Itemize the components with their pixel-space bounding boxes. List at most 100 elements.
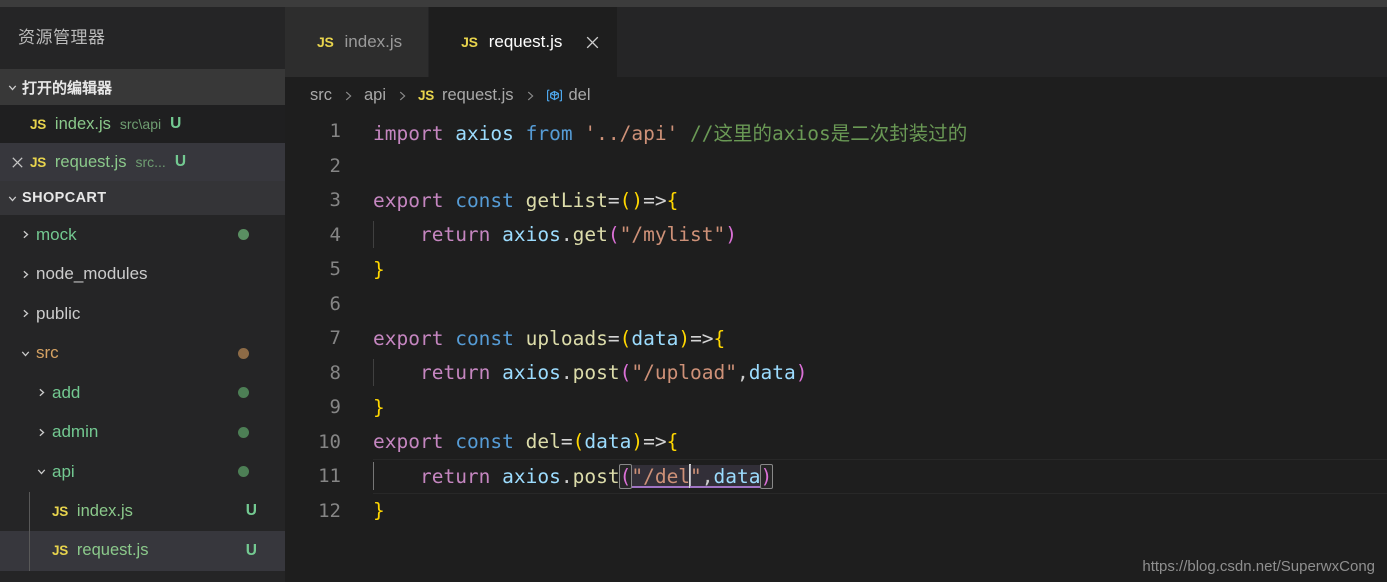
git-status-dot: [238, 426, 249, 438]
git-status-letter: U: [245, 502, 257, 520]
tree-item-label: mock: [36, 224, 77, 244]
tree-item-label: index.js: [76, 501, 133, 520]
line-number: 5: [329, 258, 341, 281]
chevron-right-icon: [14, 228, 36, 241]
breadcrumb-item-src[interactable]: src: [310, 86, 332, 105]
tree-item-file-request[interactable]: JS request.js U: [0, 531, 285, 571]
js-file-icon: JS: [52, 543, 68, 559]
editor-group: JS index.js JS request.js src api JS req…: [285, 7, 1387, 582]
tree-item-mock[interactable]: mock: [0, 215, 285, 255]
code-line-content[interactable]: return axios.post("/del",data): [357, 462, 1387, 491]
code-line: 3 export const getList=()=>{: [285, 183, 1387, 218]
tree-item-label: src: [36, 343, 59, 363]
code-line: 5 }: [285, 252, 1387, 287]
line-number: 1: [329, 120, 341, 143]
breadcrumb-item-symbol[interactable]: del: [546, 86, 591, 105]
breadcrumb: src api JS request.js del: [285, 77, 1387, 114]
code-line: 7 export const uploads=(data)=>{: [285, 321, 1387, 356]
js-file-icon: JS: [461, 34, 478, 50]
code-editor[interactable]: 1 import axios from '../api' //这里的axios是…: [285, 114, 1387, 582]
chevron-down-icon: [30, 465, 52, 478]
open-editor-item-request[interactable]: JS request.js src... U: [0, 143, 285, 181]
code-line-content[interactable]: }: [357, 258, 1387, 281]
chevron-right-icon: [341, 89, 355, 103]
indent-guide: [373, 221, 374, 249]
tab-label: index.js: [344, 32, 403, 51]
open-editor-name: request.js: [54, 152, 127, 171]
js-file-icon: JS: [30, 154, 46, 170]
open-editors-label: 打开的编辑器: [22, 79, 113, 97]
js-file-icon: JS: [317, 34, 334, 50]
open-editor-item-index[interactable]: JS index.js src\api U: [0, 105, 285, 143]
tree-item-label: admin: [52, 422, 99, 442]
tab-label: request.js: [488, 32, 563, 51]
code-line-content[interactable]: return axios.get("/mylist"): [357, 221, 1387, 249]
close-icon[interactable]: [4, 155, 30, 170]
code-line-current: 11 return axios.post("/del",data): [285, 459, 1387, 494]
tab-index-js[interactable]: JS index.js: [285, 7, 430, 77]
js-file-icon: JS: [418, 88, 434, 103]
line-number: 10: [318, 430, 341, 453]
breadcrumb-symbol-label: del: [568, 86, 591, 104]
line-number: 3: [329, 189, 341, 212]
tree-item-file-index[interactable]: JS index.js U: [0, 491, 285, 531]
tree-item-api[interactable]: api: [0, 452, 285, 492]
indent-guide-active: [373, 462, 374, 491]
code-line: 6: [285, 287, 1387, 322]
code-line: 12 }: [285, 494, 1387, 529]
git-status-dot: [238, 229, 249, 241]
chevron-right-icon: [395, 89, 409, 103]
tree-item-add[interactable]: add: [0, 373, 285, 413]
tree-item-admin[interactable]: admin: [0, 413, 285, 453]
line-number: 9: [329, 396, 341, 419]
open-editor-name: index.js: [54, 114, 111, 133]
indent-guide: [29, 491, 30, 531]
tab-request-js[interactable]: JS request.js: [429, 7, 619, 77]
breadcrumb-item-file[interactable]: JS request.js: [418, 86, 513, 105]
line-number: 11: [318, 465, 341, 488]
js-file-icon: JS: [30, 116, 46, 132]
git-status-dot: [238, 387, 249, 399]
open-editors-section-header[interactable]: 打开的编辑器: [0, 69, 285, 105]
chevron-right-icon: [30, 426, 52, 439]
code-line-content[interactable]: export const getList=()=>{: [357, 189, 1387, 212]
tree-item-label: add: [52, 382, 81, 402]
chevron-right-icon: [14, 268, 36, 281]
tree-item-src[interactable]: src: [0, 334, 285, 374]
js-file-icon: JS: [52, 503, 68, 519]
code-line: 9 }: [285, 390, 1387, 425]
code-line-content[interactable]: }: [357, 499, 1387, 522]
line-number: 2: [329, 154, 341, 177]
code-line-content[interactable]: return axios.post("/upload",data): [357, 359, 1387, 387]
line-number: 7: [329, 327, 341, 350]
tree-item-label: public: [36, 303, 81, 323]
file-tree: mock node_modules public src add admin a…: [0, 215, 285, 582]
code-line-content[interactable]: }: [357, 396, 1387, 419]
close-icon[interactable]: [584, 34, 601, 51]
tree-item-public[interactable]: public: [0, 294, 285, 334]
watermark: https://blog.csdn.net/SuperwxCong: [1142, 558, 1375, 575]
tree-item-label: request.js: [76, 541, 149, 560]
code-comment: //这里的axios是二次封装过的: [690, 121, 968, 145]
explorer-title: 资源管理器: [0, 7, 285, 69]
code-line-content[interactable]: export const uploads=(data)=>{: [357, 327, 1387, 350]
explorer-sidebar: 资源管理器 打开的编辑器 JS index.js src\api U JS re…: [0, 7, 285, 582]
project-name-label: SHOPCART: [22, 190, 107, 206]
code-line: 8 return axios.post("/upload",data): [285, 356, 1387, 391]
variable-symbol-icon: [546, 87, 563, 104]
tab-bar-empty-space: [618, 7, 1387, 77]
tree-item-node-modules[interactable]: node_modules: [0, 255, 285, 295]
editor-tab-bar: JS index.js JS request.js: [285, 7, 1387, 77]
chevron-down-icon: [2, 192, 22, 205]
project-section-header[interactable]: SHOPCART: [0, 181, 285, 215]
code-line-content[interactable]: export const del=(data)=>{: [357, 430, 1387, 453]
code-line: 4 return axios.get("/mylist"): [285, 218, 1387, 253]
code-line-content[interactable]: import axios from '../api' //这里的axios是二次…: [357, 117, 1387, 146]
git-status-dot: [238, 466, 249, 478]
indent-guide: [29, 531, 30, 571]
open-editor-path: src\api: [119, 116, 162, 132]
chevron-right-icon: [14, 307, 36, 320]
breadcrumb-item-api[interactable]: api: [364, 86, 386, 105]
matching-bracket-close: ): [759, 464, 774, 490]
open-editor-git-status: U: [170, 115, 182, 132]
